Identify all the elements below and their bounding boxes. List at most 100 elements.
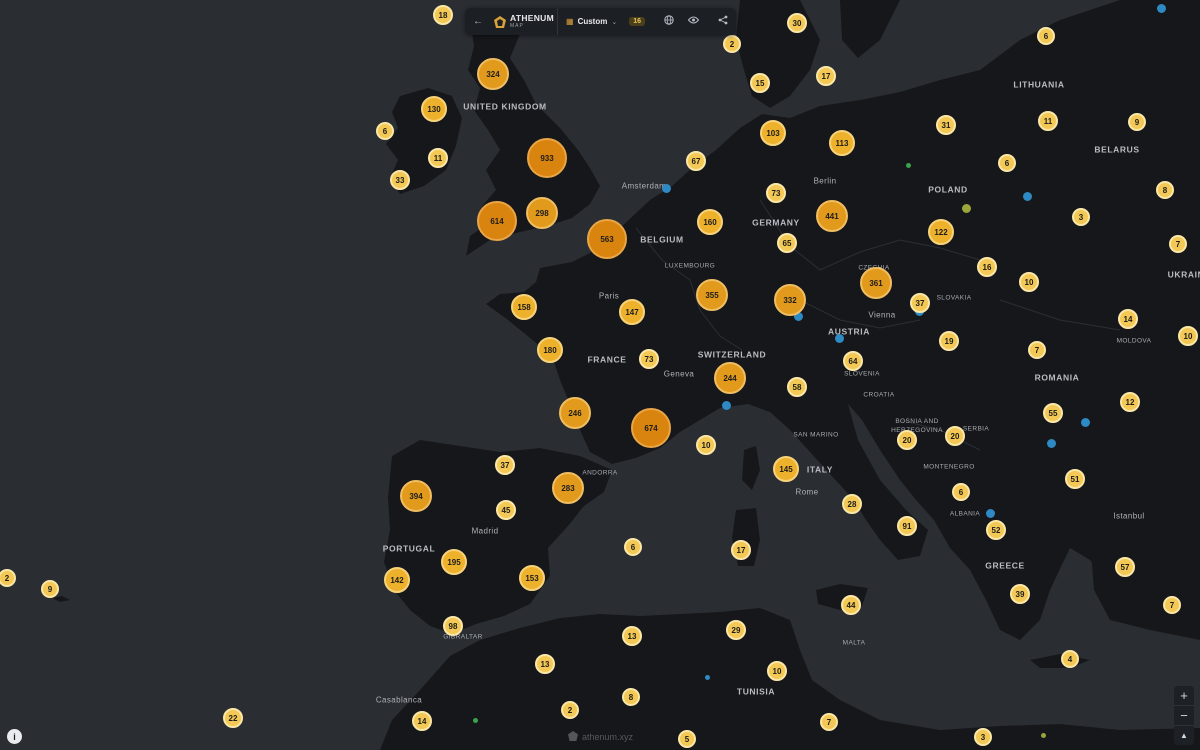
cluster-marker[interactable]: 180: [537, 337, 563, 363]
cluster-marker[interactable]: 324: [477, 58, 509, 90]
cluster-marker[interactable]: 31: [936, 115, 956, 135]
cluster-marker[interactable]: 22: [223, 708, 243, 728]
map-point[interactable]: [1080, 417, 1090, 427]
map-point[interactable]: [704, 674, 710, 680]
cluster-marker[interactable]: 55: [1043, 403, 1063, 423]
cluster-marker[interactable]: 73: [766, 183, 786, 203]
cluster-marker[interactable]: 244: [714, 362, 746, 394]
map-point[interactable]: [472, 717, 478, 723]
share-button[interactable]: [711, 8, 735, 35]
cluster-marker[interactable]: 674: [631, 408, 671, 448]
zoom-out-button[interactable]: −: [1174, 706, 1194, 726]
compass-button[interactable]: ▲: [1174, 726, 1194, 745]
cluster-marker[interactable]: 7: [1028, 341, 1046, 359]
cluster-marker[interactable]: 355: [696, 279, 728, 311]
cluster-marker[interactable]: 20: [897, 430, 917, 450]
cluster-marker[interactable]: 98: [443, 616, 463, 636]
map-point[interactable]: [834, 333, 844, 343]
cluster-marker[interactable]: 6: [376, 122, 394, 140]
cluster-marker[interactable]: 142: [384, 567, 410, 593]
cluster-marker[interactable]: 45: [496, 500, 516, 520]
cluster-marker[interactable]: 52: [986, 520, 1006, 540]
cluster-marker[interactable]: 37: [910, 293, 930, 313]
cluster-marker[interactable]: 15: [750, 73, 770, 93]
map-point[interactable]: [1040, 732, 1046, 738]
cluster-marker[interactable]: 14: [1118, 309, 1138, 329]
cluster-marker[interactable]: 3: [1072, 208, 1090, 226]
cluster-marker[interactable]: 64: [843, 351, 863, 371]
cluster-marker[interactable]: 10: [1019, 272, 1039, 292]
cluster-marker[interactable]: 65: [777, 233, 797, 253]
zoom-in-button[interactable]: +: [1174, 686, 1194, 706]
cluster-marker[interactable]: 9: [41, 580, 59, 598]
map-point[interactable]: [985, 508, 995, 518]
cluster-marker[interactable]: 195: [441, 549, 467, 575]
cluster-marker[interactable]: 28: [842, 494, 862, 514]
cluster-marker[interactable]: 73: [639, 349, 659, 369]
map-point[interactable]: [1022, 191, 1032, 201]
cluster-marker[interactable]: 67: [686, 151, 706, 171]
cluster-marker[interactable]: 394: [400, 480, 432, 512]
cluster-marker[interactable]: 4: [1061, 650, 1079, 668]
cluster-marker[interactable]: 20: [945, 426, 965, 446]
map-point[interactable]: [1046, 438, 1056, 448]
cluster-marker[interactable]: 7: [1169, 235, 1187, 253]
cluster-marker[interactable]: 283: [552, 472, 584, 504]
cluster-marker[interactable]: 51: [1065, 469, 1085, 489]
map-point[interactable]: [905, 162, 911, 168]
view-selector[interactable]: ▦ Custom ⌄: [557, 8, 625, 35]
cluster-marker[interactable]: 7: [1163, 596, 1181, 614]
cluster-marker[interactable]: 12: [1120, 392, 1140, 412]
cluster-marker[interactable]: 39: [1010, 584, 1030, 604]
cluster-marker[interactable]: 2: [723, 35, 741, 53]
map-point[interactable]: [661, 183, 671, 193]
cluster-marker[interactable]: 6: [1037, 27, 1055, 45]
cluster-marker[interactable]: 44: [841, 595, 861, 615]
cluster-marker[interactable]: 18: [433, 5, 453, 25]
cluster-marker[interactable]: 147: [619, 299, 645, 325]
cluster-marker[interactable]: 8: [622, 688, 640, 706]
cluster-marker[interactable]: 17: [731, 540, 751, 560]
cluster-marker[interactable]: 29: [726, 620, 746, 640]
cluster-marker[interactable]: 933: [527, 138, 567, 178]
cluster-marker[interactable]: 6: [998, 154, 1016, 172]
cluster-marker[interactable]: 6: [624, 538, 642, 556]
cluster-marker[interactable]: 298: [526, 197, 558, 229]
cluster-marker[interactable]: 57: [1115, 557, 1135, 577]
cluster-marker[interactable]: 13: [535, 654, 555, 674]
cluster-marker[interactable]: 3: [974, 728, 992, 746]
cluster-marker[interactable]: 145: [773, 456, 799, 482]
cluster-marker[interactable]: 16: [977, 257, 997, 277]
cluster-marker[interactable]: 91: [897, 516, 917, 536]
back-button[interactable]: ←: [465, 8, 491, 35]
cluster-marker[interactable]: 2: [561, 701, 579, 719]
visibility-button[interactable]: [681, 8, 705, 35]
cluster-marker[interactable]: 160: [697, 209, 723, 235]
map-point[interactable]: [721, 400, 731, 410]
cluster-marker[interactable]: 246: [559, 397, 591, 429]
cluster-marker[interactable]: 614: [477, 201, 517, 241]
cluster-marker[interactable]: 8: [1156, 181, 1174, 199]
map-point[interactable]: [1156, 3, 1166, 13]
cluster-marker[interactable]: 30: [787, 13, 807, 33]
cluster-marker[interactable]: 441: [816, 200, 848, 232]
cluster-marker[interactable]: 122: [928, 219, 954, 245]
cluster-marker[interactable]: 13: [622, 626, 642, 646]
cluster-marker[interactable]: 361: [860, 267, 892, 299]
cluster-marker[interactable]: 6: [952, 483, 970, 501]
cluster-marker[interactable]: 103: [760, 120, 786, 146]
map-canvas[interactable]: UNITED KINGDOM Amsterdam Berlin POLAND BELAR…: [0, 0, 1200, 750]
cluster-marker[interactable]: 11: [1038, 111, 1058, 131]
cluster-marker[interactable]: 14: [412, 711, 432, 731]
cluster-marker[interactable]: 332: [774, 284, 806, 316]
cluster-marker[interactable]: 33: [390, 170, 410, 190]
cluster-marker[interactable]: 7: [820, 713, 838, 731]
globe-button[interactable]: [657, 8, 681, 35]
cluster-marker[interactable]: 563: [587, 219, 627, 259]
map-point[interactable]: [961, 203, 971, 213]
cluster-marker[interactable]: 5: [678, 730, 696, 748]
cluster-marker[interactable]: 113: [829, 130, 855, 156]
cluster-marker[interactable]: 19: [939, 331, 959, 351]
cluster-marker[interactable]: 58: [787, 377, 807, 397]
cluster-marker[interactable]: 10: [696, 435, 716, 455]
